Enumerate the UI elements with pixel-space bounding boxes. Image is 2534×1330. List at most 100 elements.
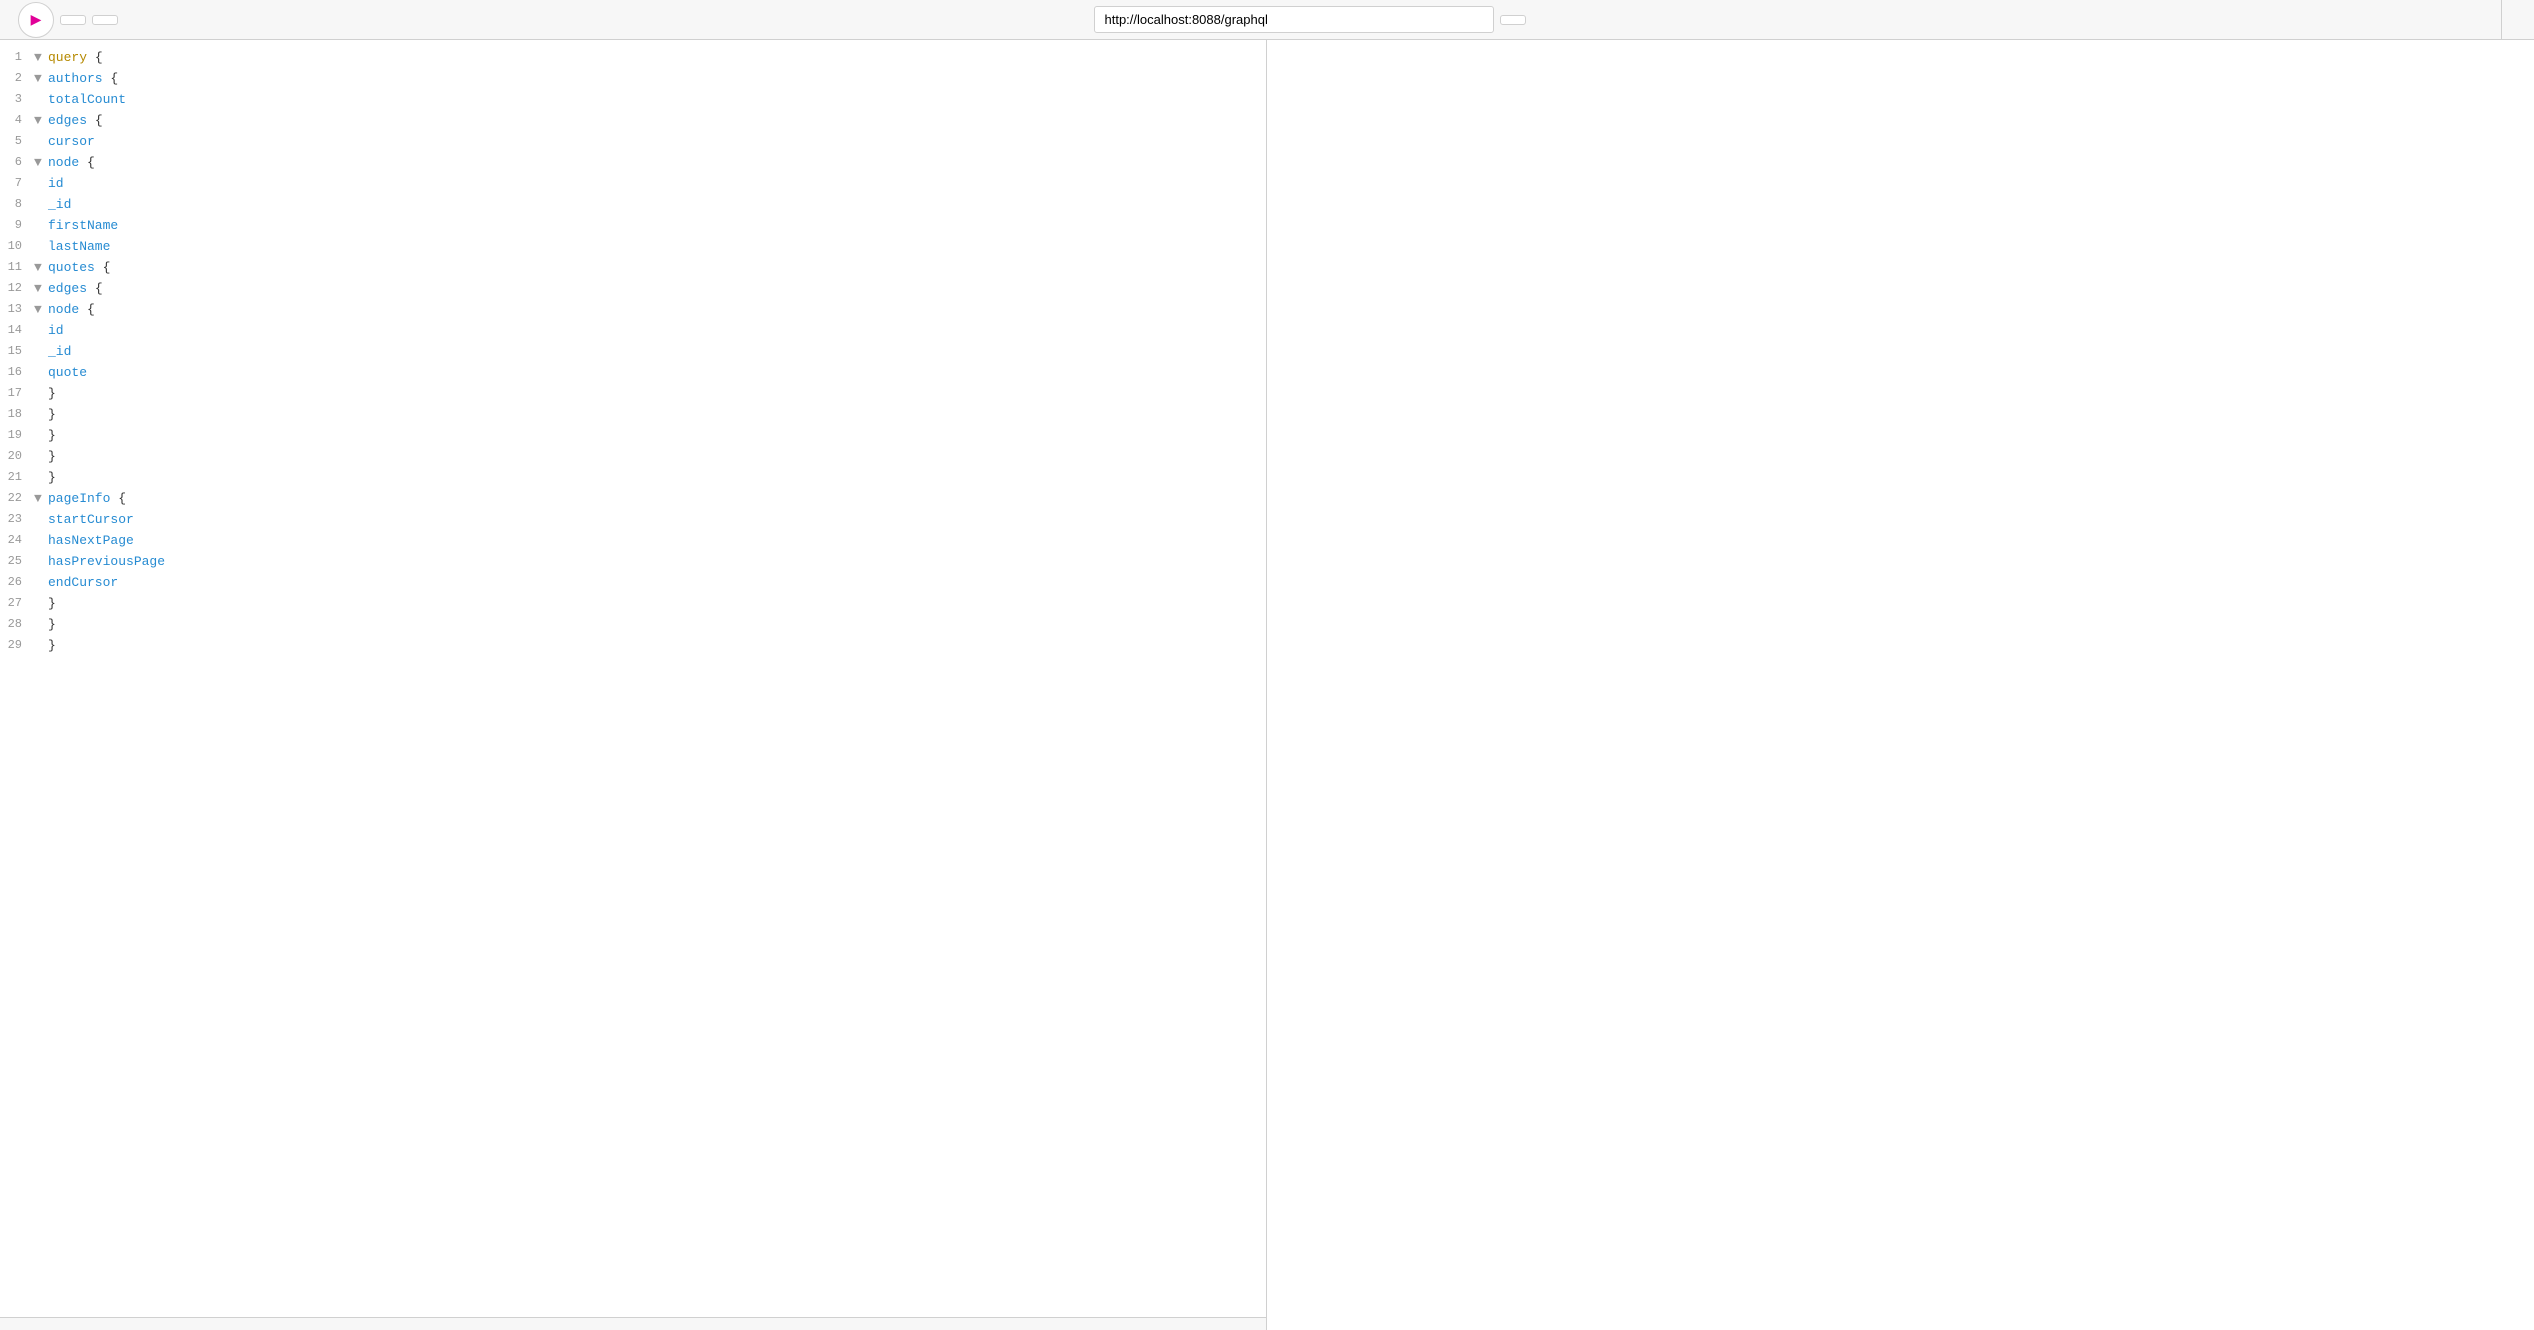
line-number: 15 xyxy=(4,342,34,361)
line-number: 18 xyxy=(4,405,34,424)
query-line: 26 endCursor xyxy=(0,573,1266,594)
line-content: } xyxy=(48,468,1262,489)
line-content: _id xyxy=(48,195,1262,216)
prettify-button[interactable] xyxy=(60,15,86,25)
line-content: endCursor xyxy=(48,573,1262,594)
line-content: startCursor xyxy=(48,510,1262,531)
fold-toggle[interactable]: ▼ xyxy=(34,489,48,510)
query-line: 25 hasPreviousPage xyxy=(0,552,1266,573)
query-line: 7 id xyxy=(0,174,1266,195)
line-number: 11 xyxy=(4,258,34,277)
line-number: 27 xyxy=(4,594,34,613)
query-code: 1▼query {2▼authors {3 totalCount4▼edges … xyxy=(0,48,1266,657)
line-content: edges { xyxy=(48,279,1262,300)
query-line: 13▼node { xyxy=(0,300,1266,321)
query-editor[interactable]: 1▼query {2▼authors {3 totalCount4▼edges … xyxy=(0,40,1266,1317)
query-line: 1▼query { xyxy=(0,48,1266,69)
line-content: node { xyxy=(48,153,1262,174)
line-number: 17 xyxy=(4,384,34,403)
query-line: 27 } xyxy=(0,594,1266,615)
query-line: 12▼edges { xyxy=(0,279,1266,300)
line-content: query { xyxy=(48,48,1262,69)
line-content: } xyxy=(48,615,1262,636)
fold-toggle[interactable]: ▼ xyxy=(34,153,48,174)
line-number: 5 xyxy=(4,132,34,151)
line-content: } xyxy=(48,405,1262,426)
query-line: 15 _id xyxy=(0,342,1266,363)
query-line: 28 } xyxy=(0,615,1266,636)
line-content: _id xyxy=(48,342,1262,363)
line-content: id xyxy=(48,321,1262,342)
query-line: 6▼node { xyxy=(0,153,1266,174)
query-line: 5 cursor xyxy=(0,132,1266,153)
line-number: 12 xyxy=(4,279,34,298)
line-content: } xyxy=(48,426,1262,447)
fold-toggle[interactable]: ▼ xyxy=(34,48,48,69)
line-content: hasPreviousPage xyxy=(48,552,1262,573)
line-number: 23 xyxy=(4,510,34,529)
query-line: 20 } xyxy=(0,447,1266,468)
line-number: 14 xyxy=(4,321,34,340)
endpoint-input[interactable] xyxy=(1094,6,1494,33)
fold-toggle[interactable]: ▼ xyxy=(34,279,48,300)
line-number: 4 xyxy=(4,111,34,130)
line-content: totalCount xyxy=(48,90,1262,111)
fold-toggle[interactable]: ▼ xyxy=(34,111,48,132)
line-number: 3 xyxy=(4,90,34,109)
line-content: node { xyxy=(48,300,1262,321)
run-button[interactable]: ▶ xyxy=(18,2,54,38)
line-number: 29 xyxy=(4,636,34,655)
query-editor-panel: 1▼query {2▼authors {3 totalCount4▼edges … xyxy=(0,40,1267,1330)
line-number: 20 xyxy=(4,447,34,466)
line-content: id xyxy=(48,174,1262,195)
query-variables-section[interactable] xyxy=(0,1317,1266,1330)
fold-toggle[interactable]: ▼ xyxy=(34,69,48,90)
line-number: 6 xyxy=(4,153,34,172)
query-line: 24 hasNextPage xyxy=(0,531,1266,552)
line-content: firstName xyxy=(48,216,1262,237)
query-line: 23 startCursor xyxy=(0,510,1266,531)
line-number: 26 xyxy=(4,573,34,592)
query-line: 14 id xyxy=(0,321,1266,342)
line-content: quote xyxy=(48,363,1262,384)
line-number: 22 xyxy=(4,489,34,508)
fold-toggle[interactable]: ▼ xyxy=(34,300,48,321)
line-content: cursor xyxy=(48,132,1262,153)
result-panel[interactable] xyxy=(1267,40,2534,1330)
line-number: 1 xyxy=(4,48,34,67)
query-line: 29 } xyxy=(0,636,1266,657)
line-content: authors { xyxy=(48,69,1262,90)
line-number: 13 xyxy=(4,300,34,319)
query-line: 2▼authors { xyxy=(0,69,1266,90)
query-line: 10 lastName xyxy=(0,237,1266,258)
line-content: edges { xyxy=(48,111,1262,132)
line-number: 9 xyxy=(4,216,34,235)
docs-button[interactable] xyxy=(2501,0,2526,39)
line-content: } xyxy=(48,447,1262,468)
query-line: 4▼edges { xyxy=(0,111,1266,132)
line-number: 8 xyxy=(4,195,34,214)
query-line: 16 quote xyxy=(0,363,1266,384)
line-number: 25 xyxy=(4,552,34,571)
query-line: 22▼pageInfo { xyxy=(0,489,1266,510)
line-number: 28 xyxy=(4,615,34,634)
history-button[interactable] xyxy=(92,15,118,25)
line-number: 2 xyxy=(4,69,34,88)
query-line: 17 } xyxy=(0,384,1266,405)
query-line: 21 } xyxy=(0,468,1266,489)
set-endpoint-button[interactable] xyxy=(1500,15,1526,25)
query-line: 8 _id xyxy=(0,195,1266,216)
line-number: 24 xyxy=(4,531,34,550)
line-number: 19 xyxy=(4,426,34,445)
line-content: pageInfo { xyxy=(48,489,1262,510)
query-line: 19 } xyxy=(0,426,1266,447)
query-line: 3 totalCount xyxy=(0,90,1266,111)
line-content: } xyxy=(48,594,1262,615)
main-content: 1▼query {2▼authors {3 totalCount4▼edges … xyxy=(0,40,2534,1330)
line-number: 16 xyxy=(4,363,34,382)
line-content: quotes { xyxy=(48,258,1262,279)
line-number: 7 xyxy=(4,174,34,193)
fold-toggle[interactable]: ▼ xyxy=(34,258,48,279)
line-number: 21 xyxy=(4,468,34,487)
line-content: } xyxy=(48,636,1262,657)
